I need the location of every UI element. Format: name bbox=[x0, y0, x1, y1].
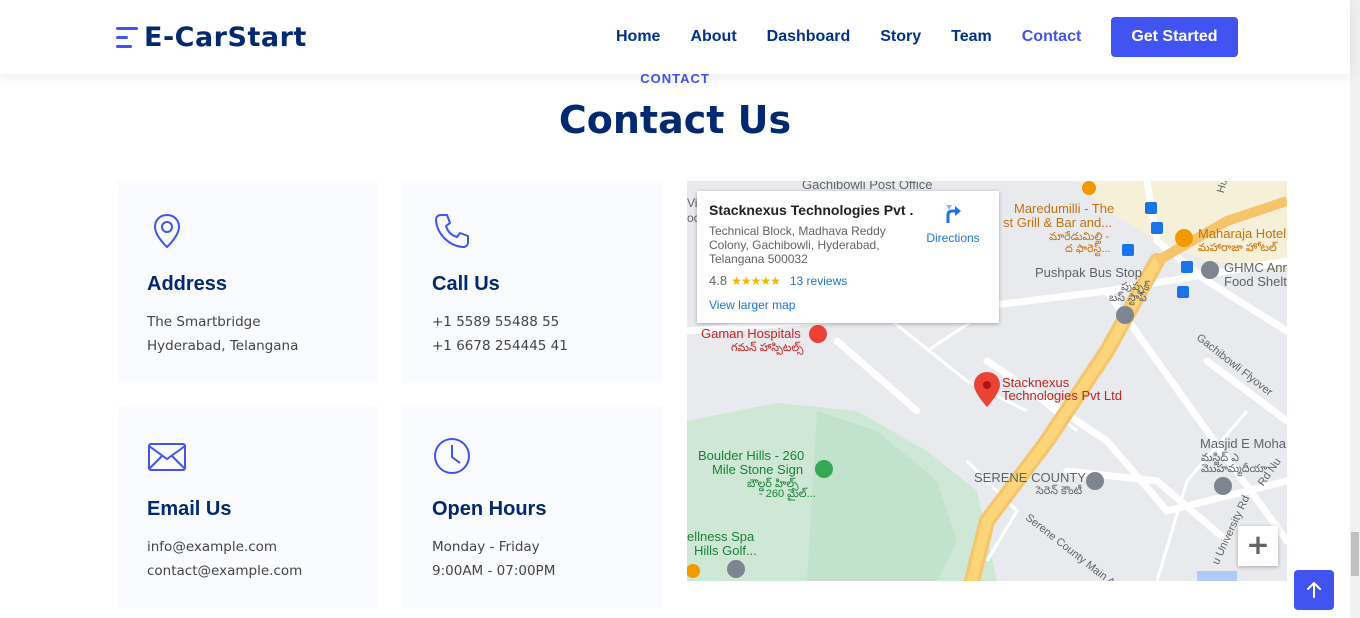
card-line: +1 6678 254445 41 bbox=[432, 338, 568, 354]
address-card: Address The Smartbridge Hyderabad, Telan… bbox=[117, 181, 378, 383]
card-line: info@example.com bbox=[147, 539, 278, 555]
view-larger-map-link[interactable]: View larger map bbox=[709, 298, 987, 312]
zoom-in-button[interactable]: + bbox=[1238, 526, 1278, 566]
map-label: st Grill & Bar and... bbox=[1003, 215, 1113, 230]
map-label: Food Shelt bbox=[1224, 274, 1287, 289]
map-label: SERENE COUNTY bbox=[974, 470, 1086, 485]
site-header: E-CarStart Home About Dashboard Story Te… bbox=[0, 0, 1350, 74]
email-card: Email Us info@example.com contact@exampl… bbox=[117, 406, 378, 608]
map-label: Hills Golf... bbox=[694, 543, 757, 558]
call-card: Call Us +1 5589 55488 55 +1 6678 254445 … bbox=[402, 181, 663, 383]
scrollbar-thumb[interactable] bbox=[1351, 532, 1359, 576]
map-label: సెరెన్ కౌంటీ bbox=[1036, 485, 1083, 497]
rating-value: 4.8 bbox=[709, 273, 728, 288]
brand-logo[interactable]: E-CarStart bbox=[116, 22, 307, 53]
map-label: - 260 మైల్... bbox=[759, 488, 816, 500]
nav-team[interactable]: Team bbox=[951, 17, 992, 57]
phone-icon bbox=[435, 214, 469, 248]
rating-stars-icon: ★★★★★ bbox=[731, 273, 781, 288]
map-label: ellness Spa bbox=[687, 529, 755, 544]
card-title: Email Us bbox=[147, 498, 232, 520]
place-address: Technical Block, Madhava Reddy Colony, G… bbox=[709, 224, 886, 266]
map-label: మహారాజా హోటల్ bbox=[1198, 242, 1277, 254]
map-label: Technologies Pvt Ltd bbox=[1002, 388, 1122, 403]
section-title: Contact Us bbox=[558, 98, 792, 142]
nav-about[interactable]: About bbox=[690, 17, 736, 57]
clock-icon bbox=[434, 438, 470, 474]
nav-dashboard[interactable]: Dashboard bbox=[767, 17, 851, 57]
map-label: Pushpak Bus Stop bbox=[1035, 265, 1142, 280]
card-line: 9:00AM - 07:00PM bbox=[432, 563, 556, 579]
card-line: Monday - Friday bbox=[432, 539, 540, 555]
map-label: బస్ స్టాప్ bbox=[1109, 292, 1147, 304]
directions-icon bbox=[946, 205, 961, 223]
back-to-top-button[interactable] bbox=[1294, 570, 1334, 610]
card-line: contact@example.com bbox=[147, 563, 303, 579]
directions-label: Directions bbox=[926, 231, 980, 245]
map-label: ద ఫారెస్ట్... bbox=[1065, 243, 1111, 255]
map-label: Maredumilli - The bbox=[1014, 201, 1115, 216]
directions-button[interactable]: Directions bbox=[923, 203, 983, 245]
card-line: +1 5589 55488 55 bbox=[432, 314, 560, 330]
logo-mark-icon bbox=[116, 25, 140, 51]
nav-contact[interactable]: Contact bbox=[1022, 17, 1082, 57]
map-pin-icon bbox=[153, 213, 181, 249]
map-label: Gaman Hospitals bbox=[701, 326, 801, 341]
reviews-link[interactable]: 13 reviews bbox=[790, 274, 847, 288]
card-title: Open Hours bbox=[432, 498, 547, 520]
page-scrollbar[interactable] bbox=[1350, 0, 1360, 618]
map-place-card: Stacknexus Technologies Pvt ... Technica… bbox=[697, 191, 999, 323]
card-line: Hyderabad, Telangana bbox=[147, 338, 299, 354]
map-label: Mile Stone Sign bbox=[712, 462, 804, 477]
card-line: The Smartbridge bbox=[147, 314, 261, 330]
main-nav: Home About Dashboard Story Team Contact … bbox=[616, 17, 1238, 57]
map-label: మొహమ్మదీయా bbox=[1201, 463, 1268, 475]
embedded-map[interactable]: Gachibowli Post Office Vic oc Maredumill… bbox=[687, 181, 1287, 581]
nav-story[interactable]: Story bbox=[880, 17, 921, 57]
map-label: Masjid E Moha bbox=[1200, 436, 1286, 451]
map-label: Boulder Hills - 260 bbox=[698, 448, 805, 463]
envelope-icon bbox=[148, 443, 186, 471]
map-label: గమన్ హాస్పిటల్స్ bbox=[731, 342, 804, 354]
card-title: Call Us bbox=[432, 273, 500, 295]
nav-home[interactable]: Home bbox=[616, 17, 660, 57]
place-rating-row: 4.8 ★★★★★ 13 reviews bbox=[709, 273, 987, 288]
hours-card: Open Hours Monday - Friday 9:00AM - 07:0… bbox=[402, 406, 663, 608]
get-started-button[interactable]: Get Started bbox=[1111, 17, 1238, 57]
map-label: GHMC Anna bbox=[1224, 260, 1287, 275]
map-label: Maharaja Hotel bbox=[1198, 226, 1287, 241]
place-name: Stacknexus Technologies Pvt ... bbox=[709, 202, 914, 218]
brand-name: E-CarStart bbox=[144, 22, 307, 53]
card-title: Address bbox=[147, 273, 228, 295]
arrow-up-icon bbox=[1307, 582, 1321, 598]
